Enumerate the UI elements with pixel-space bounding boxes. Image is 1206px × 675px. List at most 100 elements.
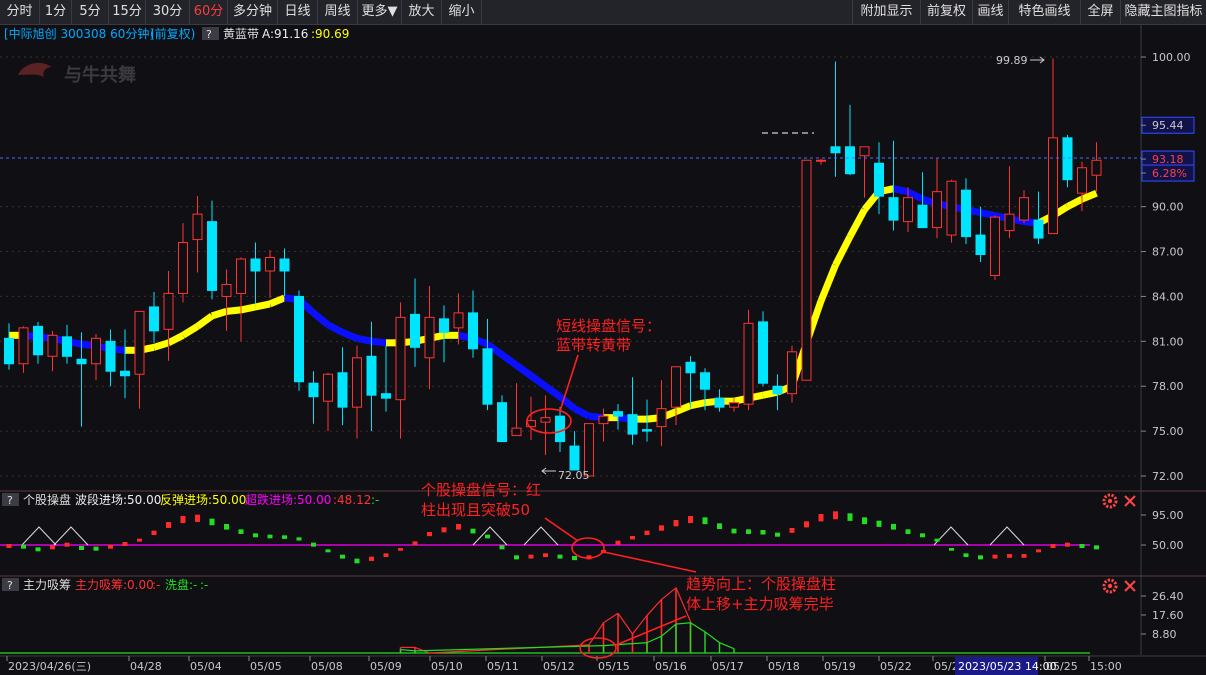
- panel2-bar: [644, 530, 650, 536]
- panel2-bar: [166, 522, 171, 528]
- panel3-value-2: :-: [152, 578, 160, 592]
- panel2-bar: [978, 555, 983, 560]
- candle-body: [874, 162, 884, 197]
- candle: [787, 345, 797, 403]
- candle-body: [352, 357, 362, 408]
- candle-body: [105, 340, 116, 372]
- toolbar-right-button-0[interactable]: 附加显示: [852, 0, 920, 24]
- toolbar-right-button-2[interactable]: 画线: [972, 0, 1008, 24]
- candle-body: [395, 316, 406, 401]
- price-tick-label: 93.18: [1152, 153, 1184, 166]
- panel2-bar: [615, 540, 621, 545]
- panel2-help-icon: ?: [7, 494, 13, 507]
- panel2-bar: [325, 549, 331, 553]
- panel2-bar: [267, 534, 273, 539]
- period-button-8[interactable]: 周线: [318, 0, 358, 24]
- period-button-0[interactable]: 分时: [0, 0, 40, 24]
- candle: [1062, 134, 1073, 188]
- candle-body: [236, 258, 246, 294]
- annotation-3-line1: 趋势向上：个股操盘柱: [686, 575, 836, 593]
- price-tick-label: 100.00: [1152, 51, 1191, 64]
- panel2-bar: [1065, 542, 1070, 547]
- candle: [801, 159, 812, 381]
- panel2-bar: [282, 535, 287, 539]
- period-button-10[interactable]: 放大: [402, 0, 442, 24]
- period-toolbar: 分时 1分 5分 15分 30分 60分 多分钟 日线 周线 更多▼ 放大 缩小 隐藏主图指标 全屏 特色画…: [0, 0, 1206, 25]
- price-tick: 6.28%: [1141, 164, 1195, 182]
- panel2-bar: [441, 527, 447, 533]
- date-tick-label: 05/15: [598, 660, 630, 673]
- panel2-bar: [253, 533, 258, 538]
- panel2-bar: [79, 546, 84, 550]
- candle-body: [714, 397, 725, 408]
- date-tick-label: 05/11: [487, 660, 519, 673]
- band-segment: [152, 339, 170, 351]
- period-button-3[interactable]: 15分: [109, 0, 146, 24]
- candle-body: [424, 316, 435, 359]
- toolbar-right-button-1[interactable]: 前复权: [920, 0, 972, 24]
- panel2-bar: [934, 538, 940, 542]
- adjust-label: (前复权): [150, 26, 195, 41]
- panel2-bar: [427, 532, 432, 537]
- candle-body: [221, 283, 232, 297]
- price-tick-label: 84.00: [1152, 290, 1184, 303]
- panel2-bar: [209, 518, 215, 526]
- candle: [743, 309, 754, 411]
- price-tick-label: 87.00: [1152, 246, 1184, 259]
- panel2-bar: [238, 529, 244, 534]
- date-tick-label: 05/09: [370, 660, 402, 673]
- candle: [946, 179, 957, 243]
- period-button-4[interactable]: 30分: [146, 0, 190, 24]
- panel2-bar: [760, 530, 766, 535]
- panel2-bar: [340, 554, 345, 559]
- period-button-2[interactable]: 5分: [72, 0, 109, 24]
- candle-body: [366, 355, 377, 396]
- panel2-bar: [35, 547, 41, 552]
- panel2-bar: [354, 558, 360, 564]
- panel2-bar: [702, 517, 708, 525]
- price-tick-label: 78.00: [1152, 380, 1184, 393]
- candle-body: [18, 327, 29, 365]
- period-button-5[interactable]: 60分: [190, 0, 228, 24]
- candle-body: [903, 197, 913, 223]
- candle-body: [830, 146, 841, 154]
- panel2-bar: [180, 516, 186, 524]
- toolbar-right-button-3[interactable]: 特色画线: [1008, 0, 1080, 24]
- panel3-tick-label: 8.80: [1152, 628, 1177, 641]
- indicator-name: 黄蓝带: [223, 27, 259, 41]
- panel2-value-5: :-: [371, 493, 379, 507]
- panel2-bar: [6, 544, 12, 548]
- date-tick-label: 05/17: [712, 660, 744, 673]
- panel2-bar: [862, 517, 867, 525]
- period-button-9[interactable]: 更多▼: [358, 0, 402, 24]
- candle-body: [192, 213, 203, 241]
- candle-body: [308, 382, 319, 398]
- date-tick-label: 05/08: [311, 660, 343, 673]
- candle-body: [163, 292, 174, 330]
- period-button-7[interactable]: 日线: [278, 0, 318, 24]
- band-segment: [210, 308, 228, 320]
- panel2-bar: [528, 554, 534, 559]
- candle-body: [1019, 197, 1029, 221]
- panel2-bar: [311, 542, 316, 547]
- candle: [294, 290, 304, 391]
- date-tick-label: 05/12: [543, 660, 575, 673]
- candle-body: [265, 257, 275, 272]
- candle-body: [76, 358, 87, 365]
- candle-body: [468, 312, 478, 350]
- toolbar-right-button-4[interactable]: 全屏: [1080, 0, 1120, 24]
- candle-body: [975, 234, 986, 256]
- date-tick-label: 04/28: [130, 660, 162, 673]
- period-button-11[interactable]: 缩小: [442, 0, 482, 24]
- panel3-tick-label: 26.40: [1152, 590, 1184, 603]
- period-button-6[interactable]: 多分钟: [228, 0, 278, 24]
- panel2-bar: [383, 553, 389, 558]
- panel2-bar: [833, 511, 838, 520]
- period-button-1[interactable]: 1分: [40, 0, 72, 24]
- panel2-bar: [470, 528, 476, 534]
- panel2-tick-label: 95.00: [1152, 509, 1184, 522]
- candle-body: [439, 318, 449, 333]
- toolbar-right-button-5[interactable]: 隐藏主图指标: [1120, 0, 1206, 24]
- panel2-bar: [398, 548, 403, 551]
- panel3-tick-label: 17.60: [1152, 609, 1184, 622]
